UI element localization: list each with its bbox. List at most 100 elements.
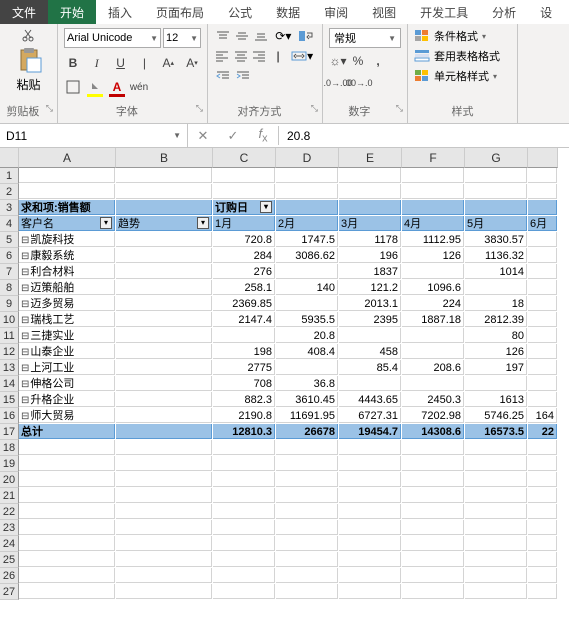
cell[interactable] [339,200,401,215]
cell[interactable]: 18 [465,296,527,311]
cell[interactable] [276,168,338,183]
cell[interactable] [528,536,557,551]
cell[interactable]: 224 [402,296,464,311]
cell[interactable]: 6727.31 [339,408,401,423]
cell[interactable] [19,472,115,487]
cell[interactable] [465,552,527,567]
cell[interactable]: 2月 [276,216,338,231]
cell[interactable] [276,360,338,375]
collapse-icon[interactable]: ⊟ [21,235,29,246]
col-header[interactable]: B [116,148,213,168]
cell[interactable]: ⊟利合材料 [19,264,115,279]
cell[interactable]: 19454.7 [339,424,401,439]
cell[interactable]: ⊟山泰企业 [19,344,115,359]
collapse-icon[interactable]: ⊟ [21,251,29,262]
underline-button[interactable]: U [112,54,130,72]
cell[interactable] [213,184,275,199]
cell[interactable] [528,200,557,215]
filter-icon[interactable]: ▾ [100,217,112,229]
cell[interactable]: 36.8 [276,376,338,391]
cell[interactable]: 276 [213,264,275,279]
cancel-button[interactable]: ✕ [188,128,218,144]
cell[interactable] [528,472,557,487]
cell[interactable] [339,472,401,487]
cut-icon[interactable] [22,28,36,42]
paste-button[interactable]: 粘贴 [4,44,53,95]
cell[interactable] [339,488,401,503]
cell[interactable]: 20.8 [276,328,338,343]
collapse-icon[interactable]: ⊟ [21,315,29,326]
cell[interactable] [276,488,338,503]
cell[interactable] [402,168,464,183]
ribbon-tab-3[interactable]: 页面布局 [144,0,216,24]
cell[interactable] [402,472,464,487]
cell[interactable]: 1613 [465,392,527,407]
bold-button[interactable]: B [64,54,82,72]
cell[interactable] [116,264,212,279]
cell[interactable] [528,504,557,519]
cell[interactable] [276,456,338,471]
cell[interactable]: 1014 [465,264,527,279]
cell[interactable] [465,568,527,583]
cell[interactable] [116,232,212,247]
align-bottom-button[interactable] [253,28,270,44]
cell[interactable] [528,296,557,311]
cell[interactable]: 198 [213,344,275,359]
font-size-select[interactable]: 12▼ [163,28,201,48]
cell[interactable]: ⊟师大贸易 [19,408,115,423]
collapse-icon[interactable]: ⊟ [21,283,29,294]
cell[interactable]: 126 [402,248,464,263]
cell[interactable]: 126 [465,344,527,359]
cell[interactable] [276,440,338,455]
cell[interactable]: 3610.45 [276,392,338,407]
row-header[interactable]: 24 [0,536,19,552]
cell[interactable]: 284 [213,248,275,263]
cell[interactable]: 140 [276,280,338,295]
border-button[interactable] [64,78,82,96]
cell[interactable] [528,552,557,567]
cell-styles-button[interactable]: 单元格样式▾ [414,66,511,86]
cell[interactable] [339,456,401,471]
percent-button[interactable]: % [349,52,367,70]
cell[interactable]: 4月 [402,216,464,231]
cell[interactable] [19,536,115,551]
cell[interactable] [465,168,527,183]
cell[interactable]: ⊟上河工业 [19,360,115,375]
collapse-icon[interactable]: ⊟ [21,379,29,390]
decrease-indent-button[interactable] [214,68,232,84]
cell[interactable] [465,472,527,487]
cell[interactable]: 164 [528,408,557,423]
name-box[interactable]: D11▼ [0,124,188,147]
cell[interactable] [528,344,557,359]
row-header[interactable]: 3 [0,200,19,216]
cell[interactable] [116,520,212,535]
cell[interactable] [116,536,212,551]
cell[interactable] [276,568,338,583]
cell[interactable] [116,376,212,391]
cell[interactable] [465,488,527,503]
cell[interactable]: 196 [339,248,401,263]
cell[interactable]: 7202.98 [402,408,464,423]
cell[interactable] [276,504,338,519]
decrease-font-button[interactable]: A▾ [183,54,201,72]
fx-button[interactable]: fx [248,126,278,145]
cell[interactable] [465,456,527,471]
row-header[interactable]: 7 [0,264,19,280]
cell[interactable]: 2013.1 [339,296,401,311]
cell[interactable] [339,168,401,183]
cell[interactable]: 1月 [213,216,275,231]
row-header[interactable]: 13 [0,360,19,376]
cell[interactable] [528,488,557,503]
cell[interactable] [465,504,527,519]
cell[interactable] [402,536,464,551]
cell[interactable] [402,200,464,215]
cell[interactable] [213,536,275,551]
cell[interactable] [465,584,527,599]
ribbon-tab-8[interactable]: 开发工具 [408,0,480,24]
cell[interactable]: 2147.4 [213,312,275,327]
cell[interactable] [116,504,212,519]
cell[interactable] [528,456,557,471]
row-header[interactable]: 14 [0,376,19,392]
cell[interactable] [465,280,527,295]
row-header[interactable]: 6 [0,248,19,264]
